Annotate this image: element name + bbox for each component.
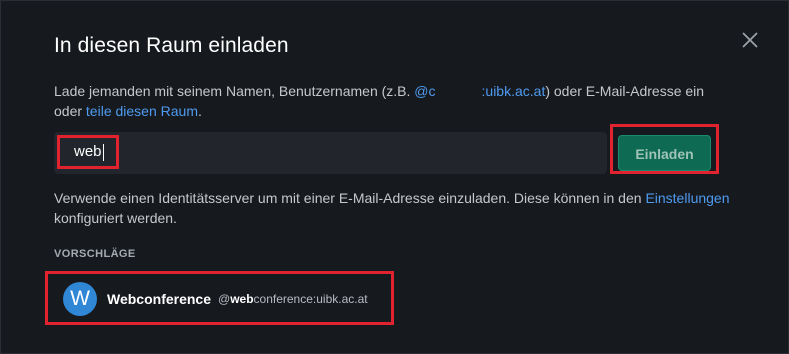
dialog-title: In diesen Raum einladen [54,34,289,57]
example-mxid-suffix: :uibk.ac.at [481,83,546,99]
info-text: Verwende einen Identitätsserver um mit e… [54,190,646,206]
description-text: Lade jemanden mit seinem Namen, Benutzer… [54,83,415,99]
suggestions-heading: VORSCHLÄGE [54,248,136,260]
typed-query-text: web [74,143,102,160]
example-mxid-prefix: @c [414,83,436,99]
suggestion-item[interactable]: W Webconference @webconference:uibk.ac.a… [63,282,368,316]
invite-dialog: In diesen Raum einladen Lade jemanden mi… [0,0,789,354]
user-id-prefix: @ [218,292,231,306]
invite-button[interactable]: Einladen [618,135,711,171]
dialog-description: Lade jemanden mit seinem Namen, Benutzer… [54,81,734,121]
invite-input-row: web Einladen [54,124,730,174]
redacted-mask [435,86,482,99]
description-text-3: . [197,103,202,119]
user-id-match: web [230,292,254,306]
close-icon[interactable] [739,29,761,51]
suggestion-name: Webconference [107,291,211,307]
avatar: W [63,282,97,316]
info-text-2: konfiguriert werden. [54,210,177,226]
text-caret [102,143,104,161]
invite-search-input[interactable]: web [54,132,607,174]
typed-query[interactable]: web [57,135,119,169]
suggestion-user-id: @webconference:uibk.ac.at [218,292,368,306]
user-id-rest: conference:uibk.ac.at [253,292,368,306]
identity-server-info: Verwende einen Identitätsserver um mit e… [54,188,744,228]
share-room-link[interactable]: teile diesen Raum [86,103,198,119]
settings-link[interactable]: Einstellungen [645,190,729,206]
example-mxid-link[interactable]: @c :uibk.ac.at [414,83,545,99]
